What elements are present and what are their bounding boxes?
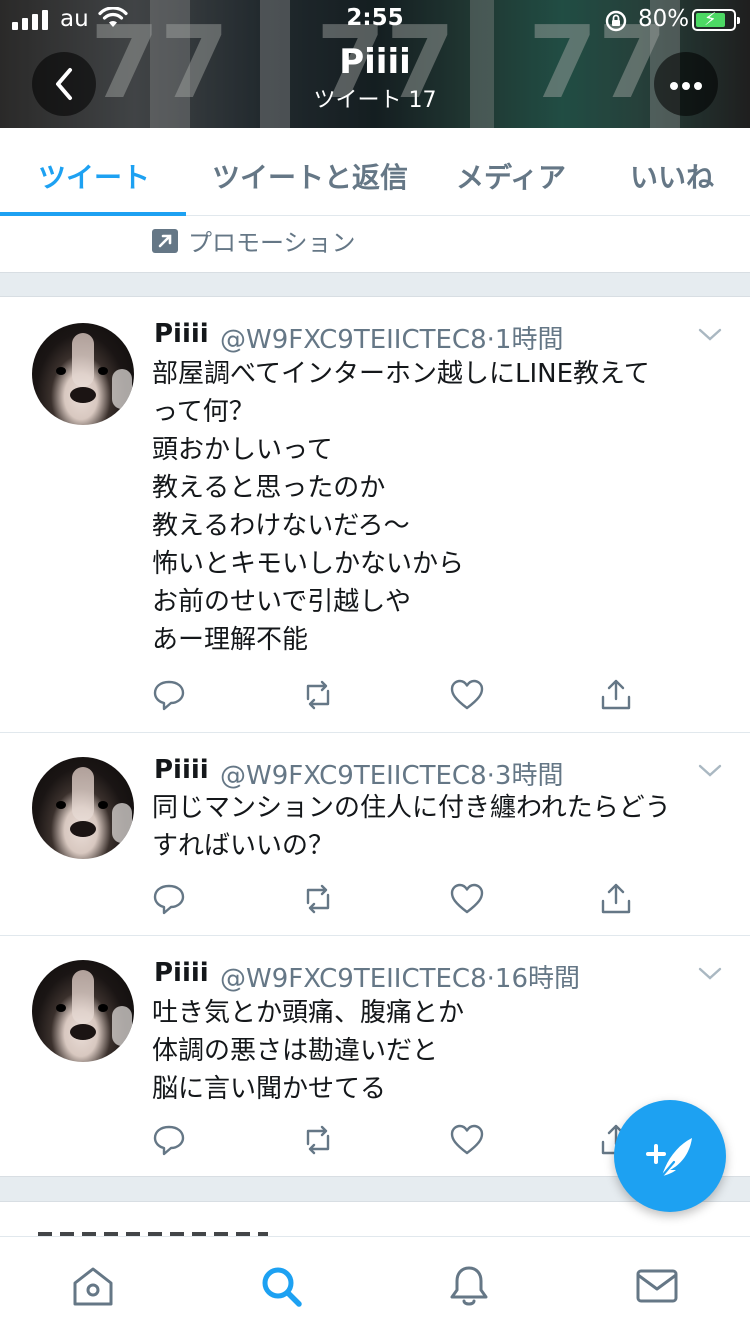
reply-icon[interactable] bbox=[151, 1122, 187, 1158]
tweet-count: ツイート 17 bbox=[313, 88, 437, 113]
tweet-meta: @W9FXC9TEIICTEC8·1時間 bbox=[220, 325, 564, 355]
like-icon[interactable] bbox=[449, 881, 485, 917]
tweet-time: 16時間 bbox=[494, 964, 580, 994]
tab-tweets[interactable]: ツイート bbox=[38, 156, 150, 196]
envelope-icon[interactable] bbox=[634, 1263, 680, 1309]
battery-percent: 80% bbox=[638, 6, 690, 32]
promoted-arrow-icon bbox=[152, 229, 178, 253]
home-icon[interactable] bbox=[70, 1263, 116, 1309]
status-bar: au 2:55 80% ⚡ bbox=[0, 0, 750, 40]
bell-icon[interactable] bbox=[446, 1263, 492, 1309]
active-tab-indicator bbox=[0, 212, 186, 216]
tweet-handle[interactable]: @W9FXC9TEIICTEC8 bbox=[220, 325, 487, 355]
section-divider bbox=[0, 272, 750, 297]
retweet-icon[interactable] bbox=[300, 881, 336, 917]
profile-header: 77 77 77 au 2:55 80% ⚡ Piiii ツイート 17 bbox=[0, 0, 750, 128]
tweet-item[interactable]: Piiii @W9FXC9TEIICTEC8·1時間 部屋調べてインターホン越し… bbox=[0, 297, 750, 733]
search-icon[interactable] bbox=[258, 1263, 304, 1309]
bottom-navigation bbox=[0, 1236, 750, 1334]
profile-tabs: ツイート ツイートと返信 メディア いいね bbox=[0, 128, 750, 216]
battery-icon: ⚡ bbox=[692, 9, 740, 31]
tweet-actions bbox=[0, 677, 750, 717]
more-horizontal-icon bbox=[668, 75, 704, 94]
share-icon[interactable] bbox=[598, 881, 634, 917]
tab-tweets-and-replies[interactable]: ツイートと返信 bbox=[212, 156, 408, 196]
tweet-author-name[interactable]: Piiii bbox=[154, 958, 209, 988]
tweet-author-name[interactable]: Piiii bbox=[154, 319, 209, 349]
tweet-text: 吐き気とか頭痛、腹痛とか 体調の悪さは勘違いだと 脳に言い聞かせてる bbox=[152, 998, 465, 1104]
compose-tweet-button[interactable] bbox=[614, 1100, 726, 1212]
retweet-icon[interactable] bbox=[300, 1122, 336, 1158]
like-icon[interactable] bbox=[449, 1122, 485, 1158]
compose-tweet-icon bbox=[646, 1138, 692, 1178]
tab-media[interactable]: メディア bbox=[456, 156, 566, 196]
chevron-down-icon[interactable] bbox=[698, 966, 722, 982]
like-icon[interactable] bbox=[449, 677, 485, 713]
tweet-text: 部屋調べてインターホン越しにLINE教えて って何？ 頭おかしいって 教えると思… bbox=[152, 359, 650, 655]
tweet-actions bbox=[0, 881, 750, 921]
chevron-down-icon[interactable] bbox=[698, 763, 722, 779]
tweet-time: 3時間 bbox=[494, 761, 564, 791]
share-icon[interactable] bbox=[598, 677, 634, 713]
avatar[interactable] bbox=[32, 960, 134, 1062]
tweet-item[interactable]: Piiii @W9FXC9TEIICTEC8·3時間 同じマンションの住人に付き… bbox=[0, 733, 750, 936]
tweet-meta: @W9FXC9TEIICTEC8·3時間 bbox=[220, 761, 564, 791]
tab-likes[interactable]: いいね bbox=[630, 156, 714, 196]
tweet-meta: @W9FXC9TEIICTEC8·16時間 bbox=[220, 964, 580, 994]
tweet-author-name[interactable]: Piiii bbox=[154, 755, 209, 785]
avatar[interactable] bbox=[32, 323, 134, 425]
reply-icon[interactable] bbox=[151, 881, 187, 917]
tweet-handle[interactable]: @W9FXC9TEIICTEC8 bbox=[220, 964, 487, 994]
retweet-icon[interactable] bbox=[300, 677, 336, 713]
more-options-button[interactable] bbox=[654, 52, 718, 116]
avatar[interactable] bbox=[32, 757, 134, 859]
next-item-peek bbox=[0, 1202, 750, 1238]
profile-name: Piiii bbox=[339, 42, 411, 82]
promoted-label: プロモーション bbox=[188, 229, 356, 257]
reply-icon[interactable] bbox=[151, 677, 187, 713]
tweet-time: 1時間 bbox=[494, 325, 564, 355]
tweet-handle[interactable]: @W9FXC9TEIICTEC8 bbox=[220, 761, 487, 791]
chevron-down-icon[interactable] bbox=[698, 327, 722, 343]
rotation-lock-icon bbox=[605, 10, 627, 32]
tweet-text: 同じマンションの住人に付き纏われたらどう すればいいの？ bbox=[152, 793, 671, 861]
promoted-label-row: プロモーション bbox=[0, 217, 750, 272]
charging-bolt-icon: ⚡ bbox=[704, 9, 717, 30]
